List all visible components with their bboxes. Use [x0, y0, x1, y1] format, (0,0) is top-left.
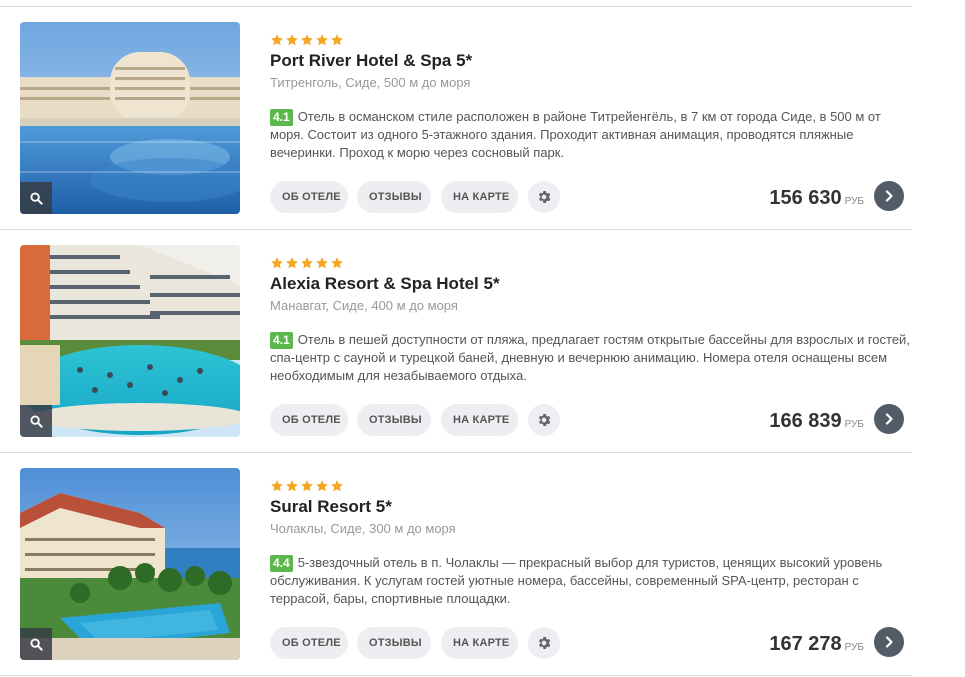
star-icon — [271, 34, 283, 46]
star-icon — [286, 480, 298, 492]
hotel-card-sural: Sural Resort 5* Чолаклы, Сиде, 300 м до … — [0, 452, 912, 675]
on-map-button[interactable]: НА КАРТЕ — [441, 181, 518, 213]
on-map-button[interactable]: НА КАРТЕ — [441, 404, 518, 436]
chevron-right-icon — [885, 190, 893, 202]
settings-button[interactable] — [528, 627, 560, 659]
reviews-button[interactable]: ОТЗЫВЫ — [357, 404, 431, 436]
go-to-hotel-button[interactable] — [874, 627, 904, 657]
star-icon — [301, 257, 313, 269]
star-icon — [331, 34, 343, 46]
star-icon — [316, 257, 328, 269]
star-icon — [316, 34, 328, 46]
currency-label: РУБ — [844, 196, 864, 207]
chevron-right-icon — [885, 413, 893, 425]
reviews-button[interactable]: ОТЗЫВЫ — [357, 181, 431, 213]
search-icon — [29, 191, 43, 205]
star-icon — [271, 480, 283, 492]
reviews-button[interactable]: ОТЗЫВЫ — [357, 627, 431, 659]
description-text: Отель в пешей доступности от пляжа, пред… — [270, 332, 910, 383]
about-hotel-button[interactable]: ОБ ОТЕЛЕ — [270, 627, 348, 659]
star-icon — [331, 480, 343, 492]
hotel-description: 4.1 Отель в османском стиле расположен в … — [270, 108, 910, 162]
divider — [0, 675, 912, 676]
hotel-location: Титренголь, Сиде, 500 м до моря — [270, 75, 471, 90]
gear-icon — [538, 637, 551, 649]
search-icon — [29, 414, 43, 428]
gear-icon — [538, 414, 551, 426]
price-value: 156 630 — [769, 187, 842, 209]
star-icon — [286, 257, 298, 269]
rating-badge: 4.1 — [270, 109, 293, 126]
star-icon — [301, 34, 313, 46]
go-to-hotel-button[interactable] — [874, 181, 904, 211]
hotel-photo[interactable] — [20, 468, 240, 660]
rating-badge: 4.1 — [270, 332, 293, 349]
hotel-card-port-river: Port River Hotel & Spa 5* Титренголь, Си… — [0, 6, 912, 229]
price-value: 166 839 — [769, 410, 842, 432]
hotel-photo[interactable] — [20, 245, 240, 437]
settings-button[interactable] — [528, 404, 560, 436]
price-value: 167 278 — [769, 633, 842, 655]
star-icon — [286, 34, 298, 46]
hotel-location: Чолаклы, Сиде, 300 м до моря — [270, 521, 456, 536]
hotel-description: 4.1 Отель в пешей доступности от пляжа, п… — [270, 331, 910, 385]
description-text: Отель в османском стиле расположен в рай… — [270, 109, 881, 160]
settings-button[interactable] — [528, 181, 560, 213]
star-rating — [270, 33, 344, 47]
hotel-location: Манавгат, Сиде, 400 м до моря — [270, 298, 458, 313]
currency-label: РУБ — [844, 642, 864, 653]
price: 166 839 РУБ — [769, 410, 864, 432]
gear-icon — [538, 191, 551, 203]
zoom-button[interactable] — [20, 405, 52, 437]
on-map-button[interactable]: НА КАРТЕ — [441, 627, 518, 659]
star-icon — [271, 257, 283, 269]
hotel-name[interactable]: Port River Hotel & Spa 5* — [270, 51, 472, 71]
zoom-button[interactable] — [20, 182, 52, 214]
search-icon — [29, 637, 43, 651]
price: 167 278 РУБ — [769, 633, 864, 655]
star-icon — [301, 480, 313, 492]
chevron-right-icon — [885, 636, 893, 648]
hotel-card-alexia: Alexia Resort & Spa Hotel 5* Манавгат, С… — [0, 229, 912, 452]
go-to-hotel-button[interactable] — [874, 404, 904, 434]
price: 156 630 РУБ — [769, 187, 864, 209]
about-hotel-button[interactable]: ОБ ОТЕЛЕ — [270, 181, 348, 213]
star-rating — [270, 256, 344, 270]
zoom-button[interactable] — [20, 628, 52, 660]
rating-badge: 4.4 — [270, 555, 293, 572]
about-hotel-button[interactable]: ОБ ОТЕЛЕ — [270, 404, 348, 436]
hotel-name[interactable]: Sural Resort 5* — [270, 497, 392, 517]
hotel-description: 4.4 5-звездочный отель в п. Чолаклы — пре… — [270, 554, 910, 608]
star-icon — [331, 257, 343, 269]
star-icon — [316, 480, 328, 492]
star-rating — [270, 479, 344, 493]
description-text: 5-звездочный отель в п. Чолаклы — прекра… — [270, 555, 883, 606]
currency-label: РУБ — [844, 419, 864, 430]
hotel-name[interactable]: Alexia Resort & Spa Hotel 5* — [270, 274, 500, 294]
hotel-photo[interactable] — [20, 22, 240, 214]
